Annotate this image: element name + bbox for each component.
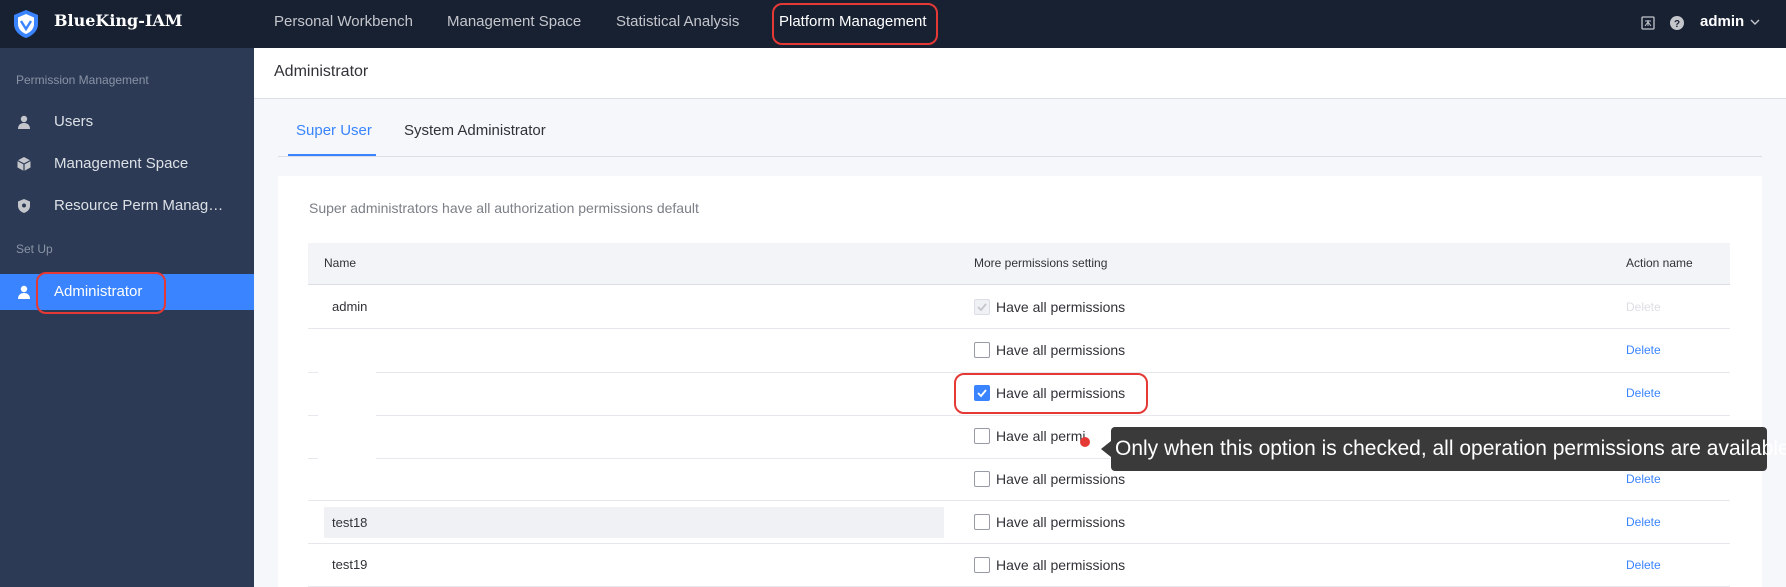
nav-personal-workbench[interactable]: Personal Workbench [274, 0, 413, 48]
nav-management-space[interactable]: Management Space [447, 0, 581, 48]
permission-label[interactable]: Have all permissions [996, 471, 1125, 487]
page-header: Administrator [254, 48, 1786, 99]
tab-system-administrator[interactable]: System Administrator [404, 122, 546, 139]
permission-label[interactable]: Have all permi [996, 428, 1085, 444]
column-header-action: Action name [1626, 256, 1693, 270]
sidebar-item-label: Users [54, 113, 94, 130]
delete-link[interactable]: Delete [1626, 343, 1661, 357]
sidebar-item-label: Management Space [54, 155, 189, 172]
tab-active-indicator [288, 154, 376, 156]
cursor-marker [1080, 437, 1090, 447]
app-brand: BlueKing-IAM [54, 11, 183, 30]
admin-name: test18 [332, 515, 368, 530]
user-icon [18, 285, 30, 299]
nav-statistical-analysis[interactable]: Statistical Analysis [616, 0, 739, 48]
shield-icon [18, 199, 30, 213]
checkbox[interactable] [974, 471, 990, 487]
page-description: Super administrators have all authorizat… [309, 200, 699, 216]
column-header-permissions: More permissions setting [974, 256, 1108, 270]
tab-super-user[interactable]: Super User [296, 122, 372, 139]
sidebar-item-resource-perm[interactable]: Resource Perm Manag… [0, 188, 254, 224]
help-icon[interactable]: ? [1669, 15, 1685, 31]
sidebar-item-management-space[interactable]: Management Space [0, 146, 254, 182]
chevron-down-icon[interactable] [1750, 14, 1760, 30]
highlight-annotation [954, 373, 1148, 414]
delete-link[interactable]: Delete [1626, 472, 1661, 486]
checkbox[interactable] [974, 514, 990, 530]
highlight-annotation [36, 272, 166, 314]
table-header: Name More permissions setting Action nam… [308, 243, 1730, 285]
table-row: Have all permissions Delete [308, 329, 1730, 373]
permission-label: Have all permissions [996, 299, 1126, 315]
permission-label[interactable]: Have all permissions [996, 557, 1125, 573]
svg-text:?: ? [1674, 19, 1680, 30]
sidebar-group-set-up: Set Up [16, 242, 53, 256]
admin-name: admin [332, 299, 368, 314]
delete-link-disabled: Delete [1626, 300, 1661, 314]
delete-link[interactable]: Delete [1626, 515, 1661, 529]
delete-link[interactable]: Delete [1626, 558, 1661, 572]
user-icon [18, 115, 30, 129]
page-title: Administrator [274, 63, 369, 80]
tooltip-text: Only when this option is checked, all op… [1115, 437, 1786, 460]
checkbox[interactable] [974, 557, 990, 573]
highlight-annotation [772, 3, 938, 45]
sidebar-item-users[interactable]: Users [0, 104, 254, 140]
language-icon[interactable] [1640, 15, 1656, 31]
table-row: test18 Have all permissions Delete [308, 501, 1730, 544]
column-header-name: Name [324, 256, 357, 270]
blueking-logo-icon[interactable] [12, 9, 40, 39]
table-row: admin Have all permissions Delete [308, 286, 1730, 329]
checkbox[interactable] [974, 342, 990, 358]
tooltip: Only when this option is checked, all op… [1101, 427, 1786, 471]
checkbox-checked-disabled [974, 299, 990, 315]
checkbox[interactable] [974, 428, 990, 444]
admin-name: test19 [332, 557, 368, 572]
permission-label[interactable]: Have all permissions [996, 514, 1125, 530]
table-row: test19 Have all permissions Delete [308, 544, 1730, 587]
sidebar-group-permission-management: Permission Management [16, 73, 149, 87]
sidebar: Permission Management Users Management S… [0, 48, 254, 587]
user-menu[interactable]: admin [1700, 13, 1744, 30]
top-navbar: BlueKing-IAM Personal Workbench Manageme… [0, 0, 1786, 48]
tooltip-arrow [1101, 441, 1111, 457]
permission-label[interactable]: Have all permissions [996, 342, 1125, 358]
delete-link[interactable]: Delete [1626, 386, 1661, 400]
sidebar-item-label: Resource Perm Manag… [54, 197, 224, 214]
cube-icon [17, 157, 31, 171]
tab-bar: Super User System Administrator [278, 100, 1762, 157]
name-input[interactable]: test18 [324, 507, 944, 538]
